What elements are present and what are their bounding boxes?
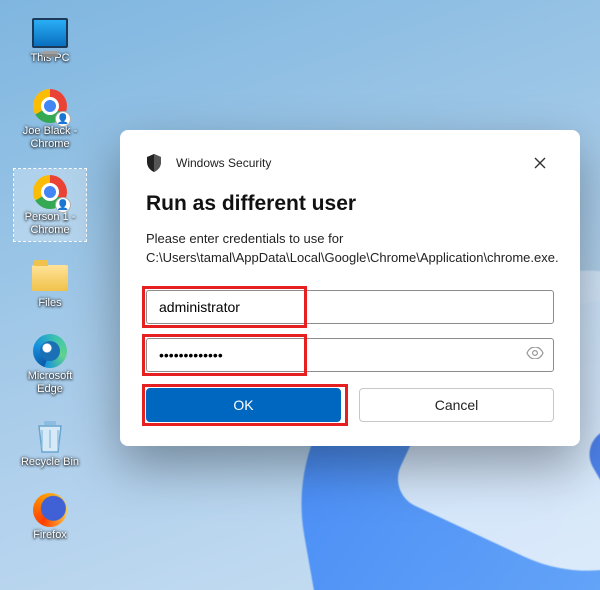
desktop-icon-joe-black-chrome[interactable]: 👤Joe Black - Chrome [14,83,86,155]
joe-black-chrome-icon: 👤 [30,87,70,125]
profile-badge-icon: 👤 [55,197,71,213]
password-field-wrap [146,338,554,372]
password-input[interactable] [146,338,554,372]
close-icon [534,157,546,169]
cancel-button-label: Cancel [435,397,479,413]
desktop-icon-person1-chrome[interactable]: 👤Person 1 - Chrome [14,169,86,241]
desktop-icon-label: Microsoft Edge [16,370,84,396]
username-field-wrap [146,290,554,324]
eye-icon [526,347,544,359]
desktop-icon-files[interactable]: Files [14,255,86,314]
reveal-password-button[interactable] [526,346,544,364]
shield-icon [146,154,162,172]
dialog-titlebar: Windows Security [146,148,554,178]
desktop-icon-label: Firefox [33,529,67,542]
desktop-icon-list: This PC👤Joe Black - Chrome👤Person 1 - Ch… [14,10,86,546]
desktop-icon-label: Recycle Bin [21,456,79,469]
person1-chrome-icon: 👤 [30,173,70,211]
desktop-icon-label: Person 1 - Chrome [16,211,84,237]
files-icon [30,259,70,297]
desktop-icon-this-pc[interactable]: This PC [14,10,86,69]
desktop-icon-edge[interactable]: Microsoft Edge [14,328,86,400]
ok-button[interactable]: OK [146,388,341,422]
desktop-icon-firefox[interactable]: Firefox [14,487,86,546]
this-pc-icon [30,14,70,52]
username-input[interactable] [146,290,554,324]
edge-icon [30,332,70,370]
credentials-dialog: Windows Security Run as different user P… [120,130,580,446]
dialog-title: Windows Security [176,156,271,170]
recycle-icon [30,418,70,456]
desktop-icon-recycle[interactable]: Recycle Bin [14,414,86,473]
dialog-heading: Run as different user [146,192,554,216]
dialog-button-row: OK Cancel [146,388,554,422]
ok-button-label: OK [233,397,253,413]
desktop-icon-label: Files [38,297,61,310]
dialog-form: OK Cancel [146,290,554,422]
close-button[interactable] [526,149,554,177]
dialog-body-text: Please enter credentials to use for C:\U… [146,230,554,268]
firefox-icon [30,491,70,529]
desktop-icon-label: Joe Black - Chrome [16,125,84,151]
cancel-button[interactable]: Cancel [359,388,554,422]
profile-badge-icon: 👤 [55,111,71,127]
